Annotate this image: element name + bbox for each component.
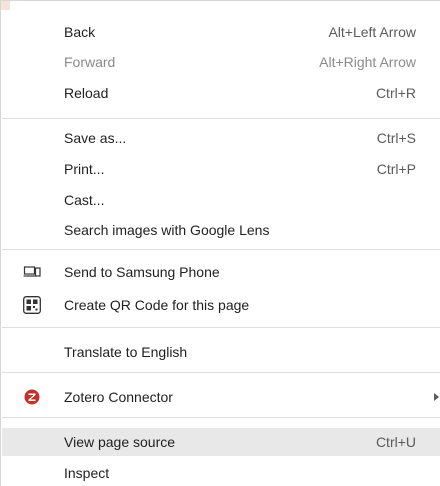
menu-item-label: Cast... [64,192,105,208]
menu-item-zotero[interactable]: Zotero Connector [2,384,440,410]
send-to-device-icon [23,263,41,281]
menu-item-label: Reload [64,85,109,101]
menu-item-label: Search images with Google Lens [64,222,270,238]
menu-item-cast[interactable]: Cast... [2,187,440,213]
menu-item-label: Zotero Connector [64,389,173,405]
menu-item-shortcut: Ctrl+S [376,130,416,146]
menu-item-label: Send to Samsung Phone [64,264,220,280]
menu-separator [2,249,440,250]
menu-item-print[interactable]: Print... Ctrl+P [2,156,440,182]
menu-item-shortcut: Alt+Left Arrow [328,24,416,40]
menu-item-label: Inspect [64,465,110,481]
menu-item-shortcut: Ctrl+U [375,434,416,450]
chevron-right-icon [434,393,439,401]
menu-item-inspect[interactable]: Inspect [2,460,440,486]
menu-item-create-qr[interactable]: Create QR Code for this page [2,292,440,318]
menu-separator [2,372,440,373]
menu-item-forward[interactable]: Forward Alt+Right Arrow [2,49,440,75]
menu-item-label: Translate to English [64,344,188,360]
menu-item-label: Save as... [64,130,127,146]
menu-item-shortcut: Ctrl+R [375,85,416,101]
page-background-sliver [1,1,10,10]
menu-item-translate[interactable]: Translate to English [2,339,440,365]
menu-item-reload[interactable]: Reload Ctrl+R [2,80,440,106]
menu-item-search-images[interactable]: Search images with Google Lens [2,217,440,243]
menu-item-send-to-phone[interactable]: Send to Samsung Phone [2,259,440,285]
menu-item-label: View page source [64,434,176,450]
menu-item-label: Print... [64,161,105,177]
menu-item-save-as[interactable]: Save as... Ctrl+S [2,125,440,151]
menu-item-back[interactable]: Back Alt+Left Arrow [2,19,440,45]
menu-separator [2,118,440,119]
menu-item-label: Create QR Code for this page [64,297,250,313]
menu-item-view-source[interactable]: View page source Ctrl+U [2,428,440,456]
menu-item-shortcut: Alt+Right Arrow [319,54,416,70]
menu-item-label: Back [64,24,96,40]
context-menu: Back Alt+Left Arrow Forward Alt+Right Ar… [0,0,440,486]
menu-item-label: Forward [64,54,116,70]
menu-separator [2,327,440,328]
menu-separator [2,417,440,418]
zotero-icon [23,388,41,406]
qr-code-icon [23,296,41,314]
menu-item-shortcut: Ctrl+P [376,161,416,177]
